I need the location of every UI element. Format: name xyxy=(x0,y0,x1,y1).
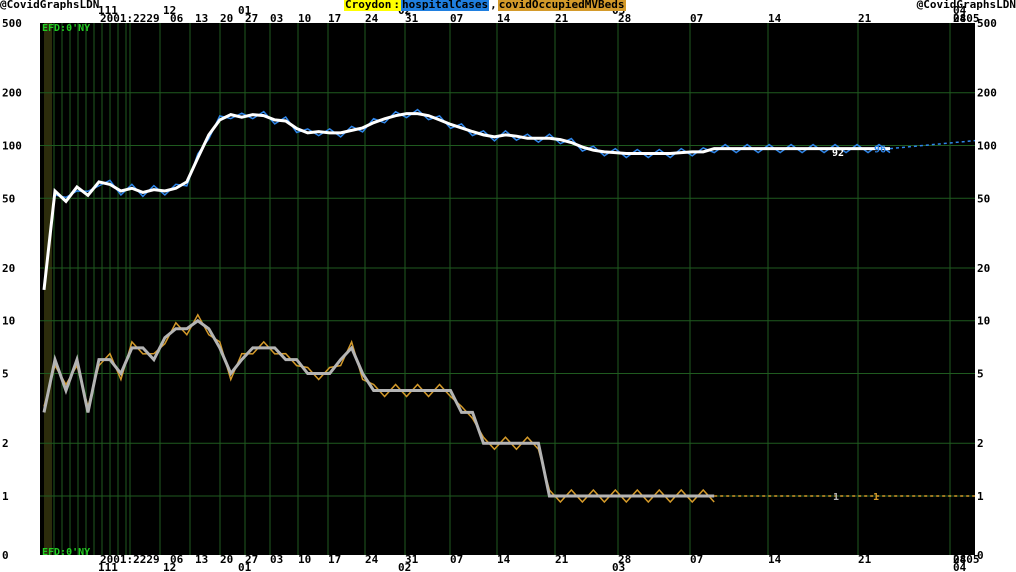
y-tick-label-right: 2 xyxy=(977,437,984,450)
annotation-covidOccupiedMVBeds: 1 xyxy=(833,492,839,503)
x-tick-bottom-day: 17 xyxy=(328,553,341,566)
y-tick-label-right: 100 xyxy=(977,139,997,152)
title-series-mv: covidOccupiedMVBeds xyxy=(497,0,626,11)
title-series-hospital: hospitalCases xyxy=(400,0,490,11)
y-tick-label-left: 100 xyxy=(2,139,22,152)
plot-background xyxy=(40,23,975,555)
y-tick-label-right: 200 xyxy=(977,87,997,100)
chart-canvas: 500 500200 200100 10050 5020 2010 105 52 21 10 0 1… xyxy=(2,4,997,572)
x-tick-top-day: 31 xyxy=(405,12,419,25)
annotation-hospitalCases: 92 xyxy=(832,148,844,159)
y-tick-label-left: 20 xyxy=(2,262,15,275)
x-tick-top-day: 27 xyxy=(245,12,258,25)
title-separator: : xyxy=(392,0,401,11)
y-tick-label-left: 2 xyxy=(2,437,9,450)
x-tick-top-day: 0405 xyxy=(953,12,980,25)
y-tick-label-right: 500 xyxy=(977,17,997,30)
x-tick-top-day: 06 xyxy=(170,12,184,25)
title-place: Croydon xyxy=(344,0,393,11)
x-tick-bottom-month: 01 xyxy=(238,561,252,572)
annotation-hospitalCases: 96 xyxy=(874,145,886,156)
bottom-left-tag: EFD:0'NY xyxy=(42,547,90,558)
y-tick-label-left: 500 xyxy=(2,17,22,30)
y-tick-label-left: 200 xyxy=(2,87,22,100)
y-tick-label-right: 1 xyxy=(977,490,984,503)
y-tick-label-left: 0 xyxy=(2,549,9,562)
x-tick-bottom-month: 111 xyxy=(98,561,118,572)
x-tick-top-day: 14 xyxy=(768,12,782,25)
right-handle: @CovidGraphsLDN xyxy=(916,0,1016,11)
x-tick-bottom-day: 13 xyxy=(195,553,208,566)
x-tick-top-day: 20 xyxy=(220,12,233,25)
title-comma: , xyxy=(489,0,498,11)
y-tick-label-right: 10 xyxy=(977,315,990,328)
x-tick-top-day: 03 xyxy=(270,12,283,25)
x-tick-top-day: 14 xyxy=(497,12,511,25)
left-handle: @CovidGraphsLDN xyxy=(0,0,100,11)
x-tick-bottom-day: 21 xyxy=(858,553,872,566)
x-tick-bottom-day: 24 xyxy=(365,553,379,566)
y-tick-label-left: 5 xyxy=(2,368,9,381)
x-tick-bottom-month: 12 xyxy=(163,561,176,572)
y-tick-label-right: 5 xyxy=(977,368,984,381)
x-tick-bottom-day: 20 xyxy=(220,553,233,566)
x-tick-top-day: 21 xyxy=(858,12,872,25)
y-tick-label-left: 1 xyxy=(2,490,9,503)
annotation-covidOccupiedMVBeds: 1 xyxy=(873,492,879,503)
x-tick-top-day: 07 xyxy=(690,12,703,25)
y-tick-label-right: 20 xyxy=(977,262,990,275)
x-tick-top-day: 10 xyxy=(298,12,311,25)
x-tick-bottom-month: 03 xyxy=(612,561,625,572)
x-tick-top-day: 21 xyxy=(555,12,569,25)
y-tick-label-left: 10 xyxy=(2,315,15,328)
x-tick-bottom-day: 03 xyxy=(270,553,283,566)
x-tick-top-day: 28 xyxy=(618,12,631,25)
x-tick-top-day: 2001:2229 xyxy=(100,12,160,25)
chart-title: Croydon: hospitalCases, covidOccupiedMVBed… xyxy=(344,0,626,11)
x-tick-bottom-day: 07 xyxy=(690,553,703,566)
x-tick-bottom-day: 07 xyxy=(450,553,463,566)
y-tick-label-right: 50 xyxy=(977,192,990,205)
x-tick-top-day: 24 xyxy=(365,12,379,25)
x-tick-bottom-month: 04 xyxy=(953,561,967,572)
x-tick-top-day: 17 xyxy=(328,12,341,25)
x-tick-bottom-day: 14 xyxy=(497,553,511,566)
x-tick-top-day: 07 xyxy=(450,12,463,25)
x-tick-bottom-month: 02 xyxy=(398,561,411,572)
x-tick-bottom-day: 21 xyxy=(555,553,569,566)
x-tick-top-day: 13 xyxy=(195,12,208,25)
top-left-tag: EFD:0'NY xyxy=(42,23,90,34)
x-tick-bottom-day: 14 xyxy=(768,553,782,566)
x-tick-bottom-day: 10 xyxy=(298,553,311,566)
y-tick-label-left: 50 xyxy=(2,192,15,205)
